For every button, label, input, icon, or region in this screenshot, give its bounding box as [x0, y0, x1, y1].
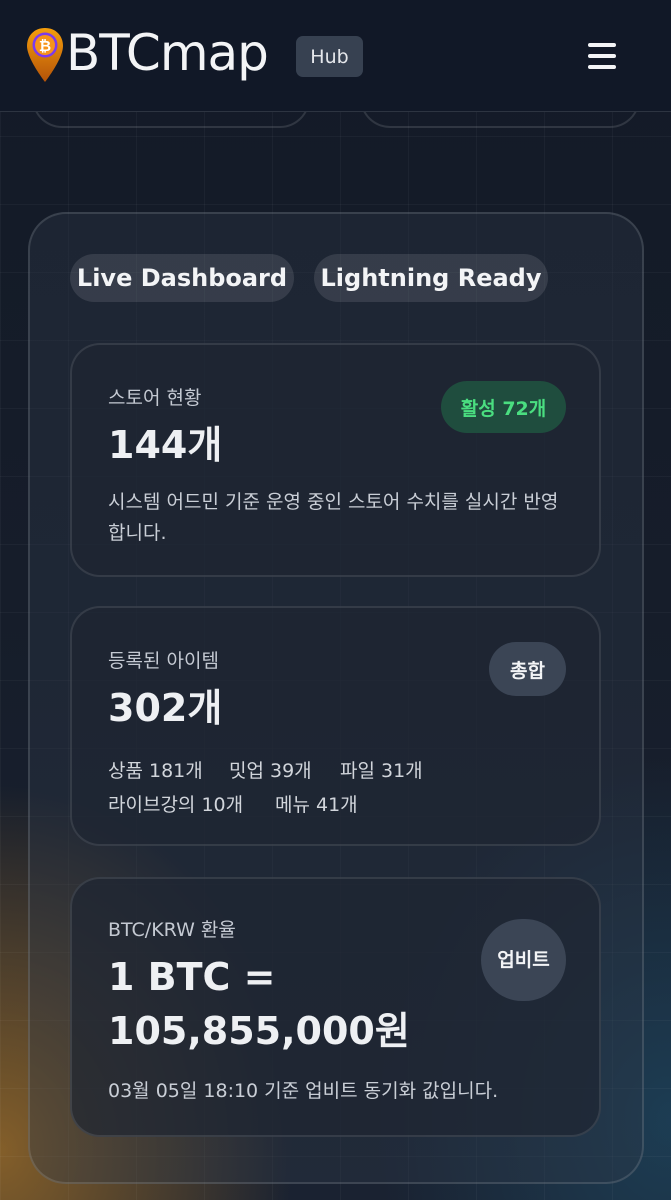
hub-badge: Hub — [296, 36, 363, 77]
store-status-card: 스토어 현황 144개 활성 72개 시스템 어드민 기준 운영 중인 스토어 … — [70, 343, 601, 577]
logo-wordmark[interactable]: BTCmap — [66, 22, 269, 84]
registered-items-value: 302개 — [108, 686, 223, 730]
btc-krw-rate-card: BTC/KRW 환율 1 BTC = 105,855,000원 업비트 03월 … — [70, 877, 601, 1137]
stat-files: 파일 31개 — [340, 760, 423, 782]
lightning-ready-pill: Lightning Ready — [314, 254, 548, 302]
btc-krw-rate-line1: 1 BTC = — [108, 955, 276, 999]
top-header: ₿ BTCmap Hub — [0, 0, 671, 112]
rate-sync-description: 03월 05일 18:10 기준 업비트 동기화 값입니다. — [108, 1080, 499, 1102]
btc-krw-rate-line2: 105,855,000원 — [108, 1009, 410, 1053]
registered-items-label: 등록된 아이템 — [108, 650, 219, 672]
stat-products: 상품 181개 — [108, 760, 203, 782]
store-status-description: 시스템 어드민 기준 운영 중인 스토어 수치를 실시간 반영합니다. — [108, 491, 559, 544]
active-store-badge: 활성 72개 — [441, 381, 566, 433]
stat-meetups: 밋업 39개 — [229, 760, 312, 782]
stat-live-lectures: 라이브강의 10개 — [108, 794, 244, 816]
store-count-value: 144개 — [108, 423, 223, 467]
live-dashboard-pill: Live Dashboard — [70, 254, 294, 302]
hamburger-menu-icon[interactable] — [584, 38, 620, 74]
total-badge: 총합 — [489, 642, 566, 696]
store-status-label: 스토어 현황 — [108, 387, 202, 409]
registered-items-card: 등록된 아이템 302개 총합 상품 181개 밋업 39개 파일 31개 라이… — [70, 606, 601, 846]
stat-menus: 메뉴 41개 — [275, 794, 358, 816]
bitcoin-map-pin-icon[interactable]: ₿ — [25, 26, 65, 84]
upbit-badge: 업비트 — [481, 919, 566, 1001]
svg-text:₿: ₿ — [39, 37, 51, 55]
btc-krw-rate-label: BTC/KRW 환율 — [108, 919, 236, 941]
